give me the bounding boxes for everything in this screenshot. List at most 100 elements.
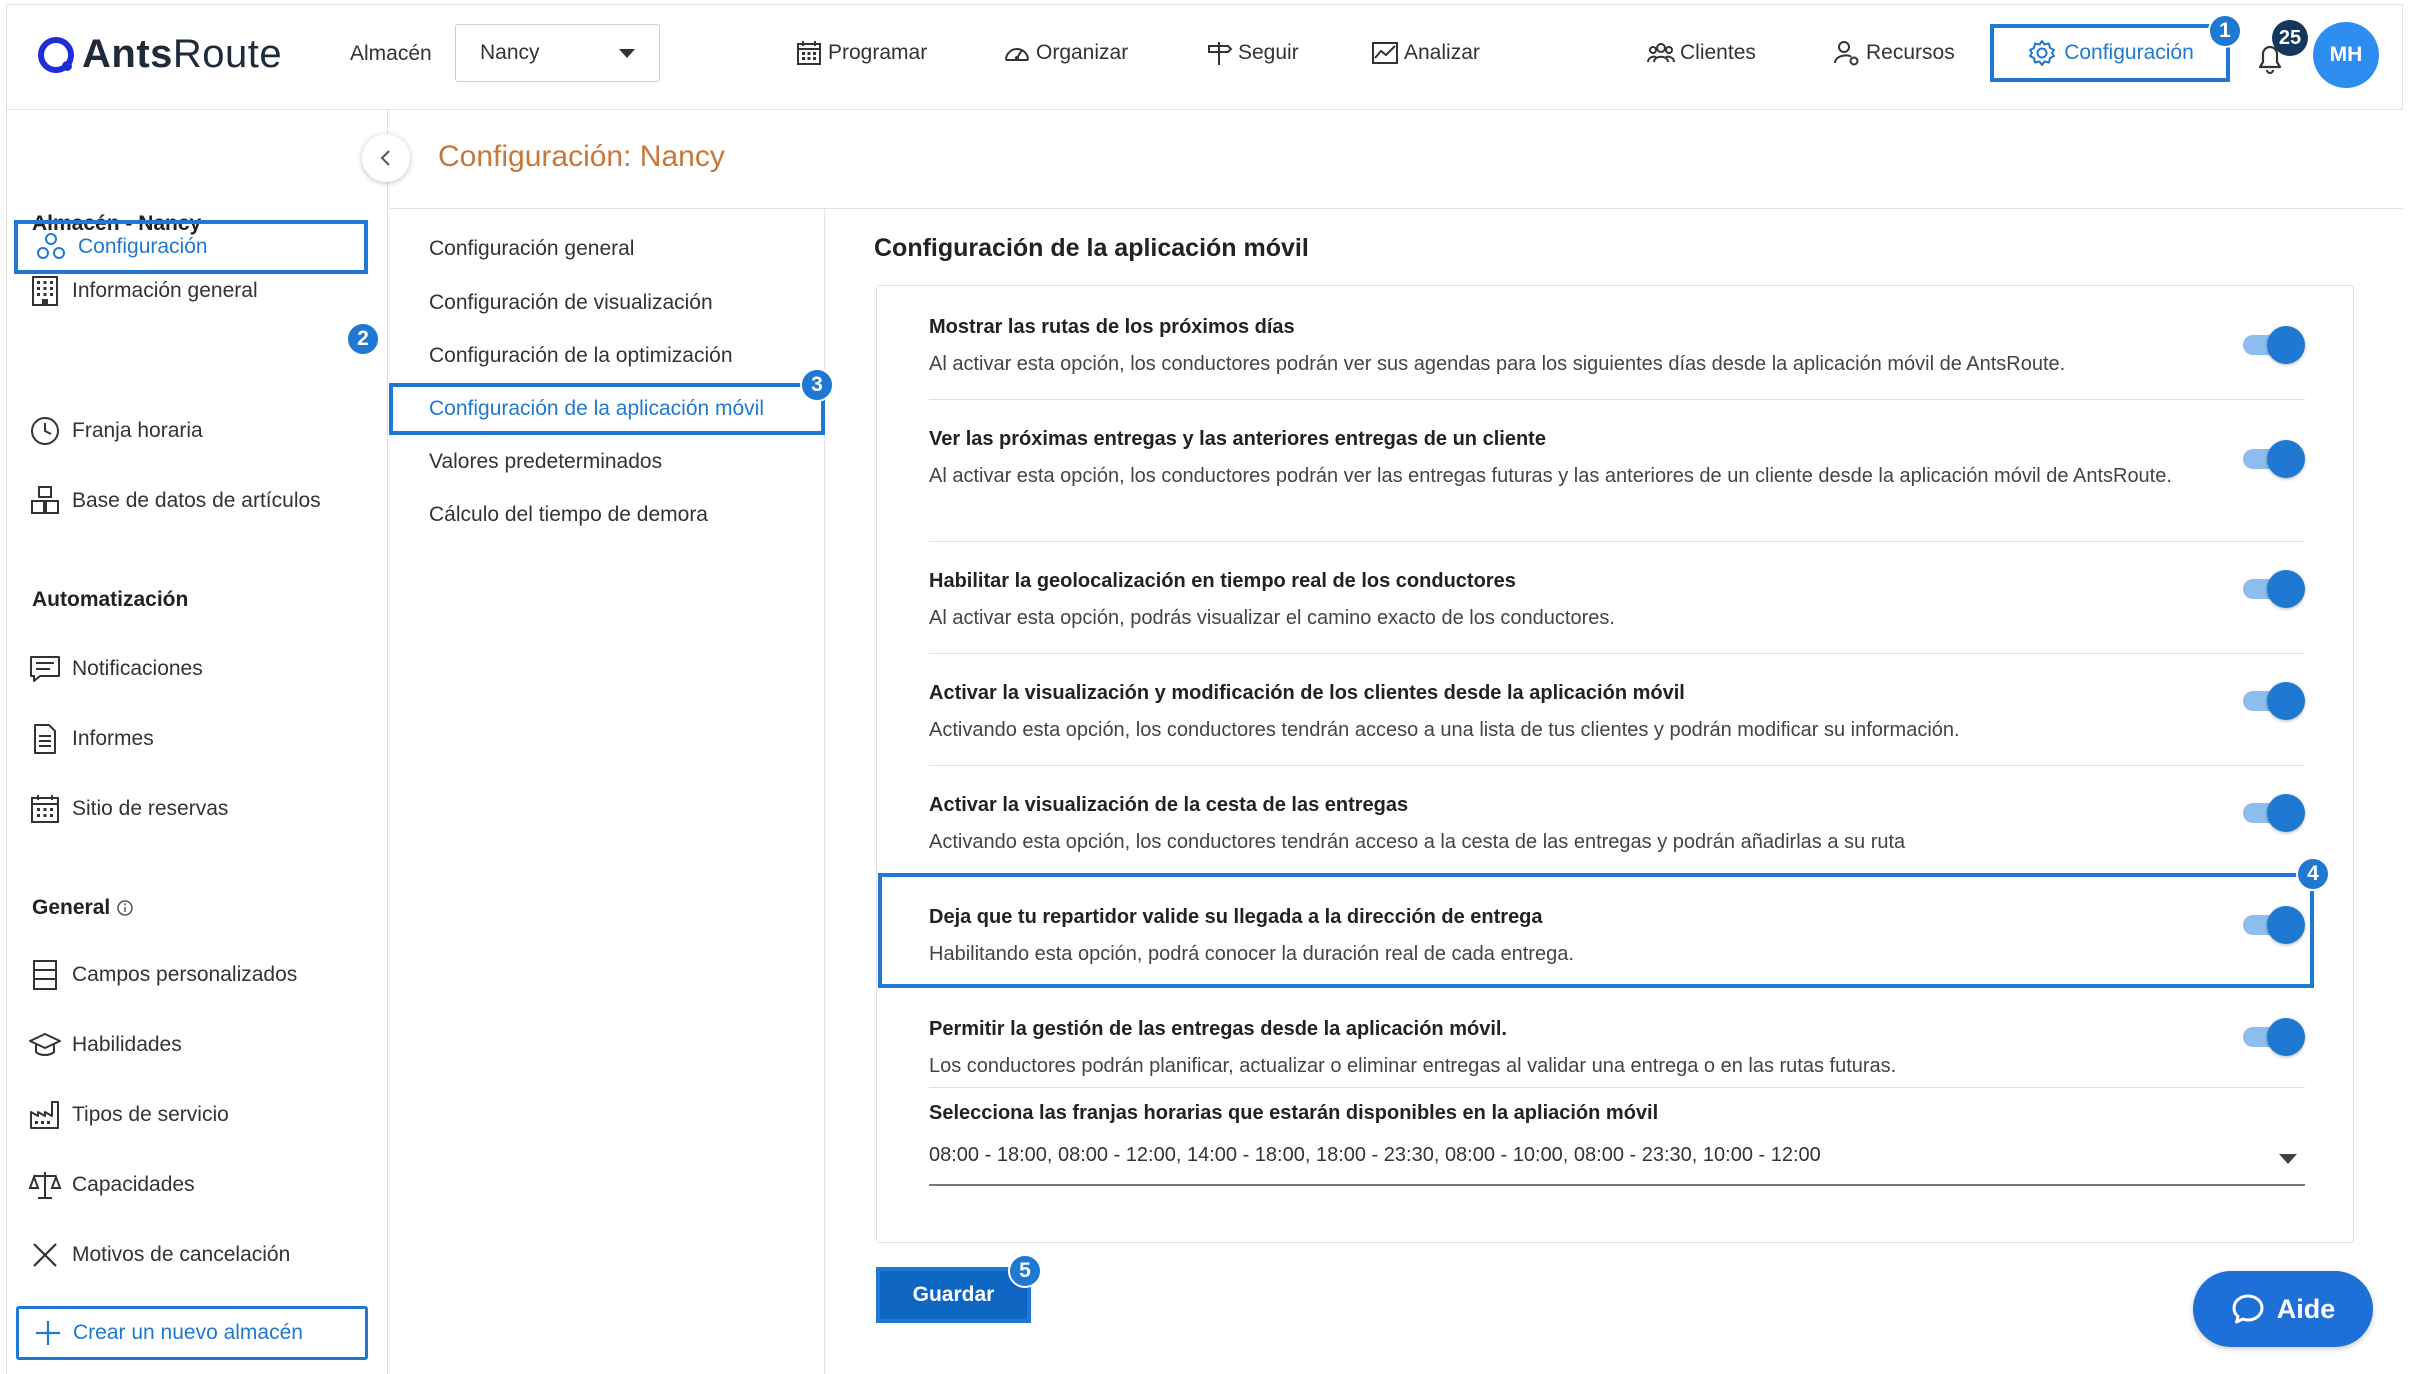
setting-toggle[interactable] [2243,326,2305,364]
setting-row: Mostrar las rutas de los próximos días A… [929,316,2305,400]
chevron-left-icon [380,150,390,166]
close-icon [33,1243,57,1267]
sidebar-item-campos[interactable]: Campos personalizados [28,958,297,992]
submenu-item-aplicacion-movil[interactable]: Configuración de la aplicación móvil [389,383,825,435]
setting-row: Ver las próximas entregas y las anterior… [929,428,2305,542]
logo-text: AntsRoute [82,32,283,76]
submenu-item-general[interactable]: Configuración general [429,237,634,261]
callout-badge: 2 [346,322,380,356]
toggle-knob [2267,1018,2305,1056]
sidebar-item-label: Capacidades [72,1173,195,1196]
sidebar-item-tipos[interactable]: Tipos de servicio [28,1098,229,1132]
sidebar-item-label: Notificaciones [72,657,203,680]
setting-row: Activar la visualización y modificación … [929,682,2305,766]
gear-icon [2029,40,2056,66]
chevron-down-icon[interactable] [2279,1154,2297,1164]
callout-badge: 4 [2296,857,2330,891]
sidebar-item-label: Información general [72,279,258,302]
sidebar-item-notificaciones[interactable]: Notificaciones [28,652,203,686]
setting-toggle[interactable] [2243,1018,2305,1056]
almacen-select[interactable]: Nancy [455,24,660,82]
nav-programar[interactable]: Programar [794,38,927,68]
page-title: Configuración: Nancy [438,140,725,173]
help-chat-label: Aide [2276,1293,2336,1324]
sidebar-item-capacidades[interactable]: Capacidades [28,1168,195,1202]
section-title: Configuración de la aplicación móvil [874,234,1309,262]
sidebar-item-habilidades[interactable]: Habilidades [28,1028,182,1062]
submenu-item-visualizacion[interactable]: Configuración de visualización [429,291,713,315]
help-chat-button[interactable]: Aide [2193,1271,2373,1347]
sidebar-item-configuracion[interactable]: Configuración [14,220,368,274]
time-slots-label: Selecciona las franjas horarias que esta… [929,1102,1659,1124]
setting-toggle[interactable] [2243,440,2305,478]
user-gear-icon [1834,41,1859,66]
submenu-item-demora[interactable]: Cálculo del tiempo de demora [429,503,708,527]
setting-toggle[interactable] [2243,570,2305,608]
sidebar-item-franja[interactable]: Franja horaria [28,414,203,448]
sidebar-item-informes[interactable]: Informes [28,722,154,756]
info-icon[interactable] [116,899,134,917]
modules-icon [37,233,65,259]
setting-description: Los conductores podrán planificar, actua… [929,1055,1897,1077]
setting-title: Permitir la gestión de las entregas desd… [929,1018,1507,1040]
callout-badge: 5 [1008,1254,1042,1288]
sidebar-item-reservas[interactable]: Sitio de reservas [28,792,228,826]
sidebar-item-label: Motivos de cancelación [72,1243,291,1266]
nav-seguir[interactable]: Seguir [1204,38,1299,68]
almacen-value: Nancy [480,41,540,64]
nav-recursos[interactable]: Recursos [1832,38,1955,68]
sidebar-item-label: Configuración [78,235,208,258]
toggle-knob [2267,794,2305,832]
sidebar-item-label: Tipos de servicio [72,1103,229,1126]
message-icon [30,656,60,682]
setting-description: Al activar esta opción, podrás visualiza… [929,607,1615,629]
config-label: Configuración [2064,41,2194,64]
create-store-button[interactable]: Crear un nuevo almacén [16,1306,368,1360]
setting-row: Habilitar la geolocalización en tiempo r… [929,570,2305,654]
calendar-icon [797,41,821,65]
setting-title: Mostrar las rutas de los próximos días [929,316,1295,338]
chart-icon [1372,42,1398,64]
sidebar-item-informacion[interactable]: Información general [28,274,258,308]
time-slots-value[interactable]: 08:00 - 18:00, 08:00 - 12:00, 14:00 - 18… [929,1144,1821,1167]
settings-card: Mostrar las rutas de los próximos días A… [876,285,2354,1243]
toggle-knob [2267,326,2305,364]
toggle-knob [2267,682,2305,720]
setting-title: Activar la visualización de la cesta de … [929,794,1409,816]
collapse-sidebar-button[interactable] [362,134,410,182]
settings-submenu: Configuración general Configuración de v… [389,209,825,1374]
nav-label: Programar [828,41,928,64]
sidebar-item-articulos[interactable]: Base de datos de artículos [28,484,321,518]
callout-badge: 3 [800,368,834,402]
setting-description: Activando esta opción, los conductores t… [929,831,1906,853]
setting-toggle[interactable] [2243,794,2305,832]
nav-analizar[interactable]: Analizar [1370,38,1480,68]
users-icon [1647,43,1675,63]
nav-clientes[interactable]: Clientes [1646,38,1756,68]
setting-toggle[interactable] [2243,682,2305,720]
nav-label: Recursos [1866,41,1955,64]
scale-icon [28,1172,62,1199]
time-slots-underline [929,1184,2305,1186]
clock-icon [31,417,59,445]
avatar[interactable]: MH [2313,22,2379,88]
callout-badge: 1 [2208,14,2242,48]
setting-title: Habilitar la geolocalización en tiempo r… [929,570,1516,592]
setting-description: Activando esta opción, los conductores t… [929,719,1960,741]
antsroute-logo[interactable]: AntsRoute [36,32,282,77]
sidebar-heading-general: General [32,896,134,920]
nav-configuracion[interactable]: Configuración [1990,24,2230,82]
graduation-cap-icon [29,1033,61,1056]
sidebar-item-label: Informes [72,727,154,750]
building-icon [32,276,58,306]
calendar-icon [31,795,59,823]
sidebar-item-label: Habilidades [72,1033,182,1056]
setting-title: Ver las próximas entregas y las anterior… [929,428,1546,450]
sidebar-item-motivos[interactable]: Motivos de cancelación [28,1238,290,1272]
submenu-item-valores[interactable]: Valores predeterminados [429,450,662,474]
nav-organizar[interactable]: Organizar [1002,38,1128,68]
submenu-item-optimizacion[interactable]: Configuración de la optimización [429,344,733,368]
boxes-icon [31,486,59,514]
sidebar-heading-label: General [32,896,111,919]
logo-icon [36,35,76,75]
